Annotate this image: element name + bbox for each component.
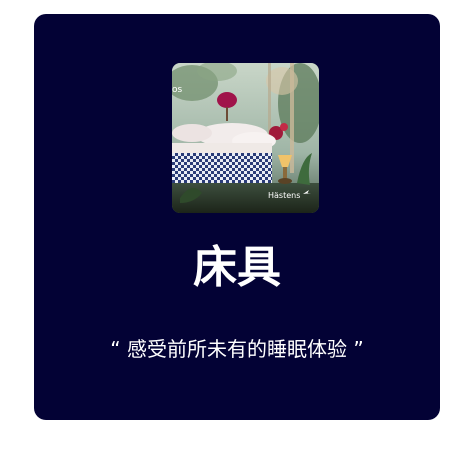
bed-product-image[interactable]: Hästens os [172,63,319,213]
brand-logo-text: Hästens [268,191,301,200]
category-tagline: “ 感受前所未有的睡眠体验 ” [110,337,364,361]
category-card[interactable]: Hästens os 床具 “ 感受前所未有的睡眠体验 ” [34,14,440,420]
category-title: 床具 [193,242,281,293]
corner-watermark-text: os [172,85,183,95]
